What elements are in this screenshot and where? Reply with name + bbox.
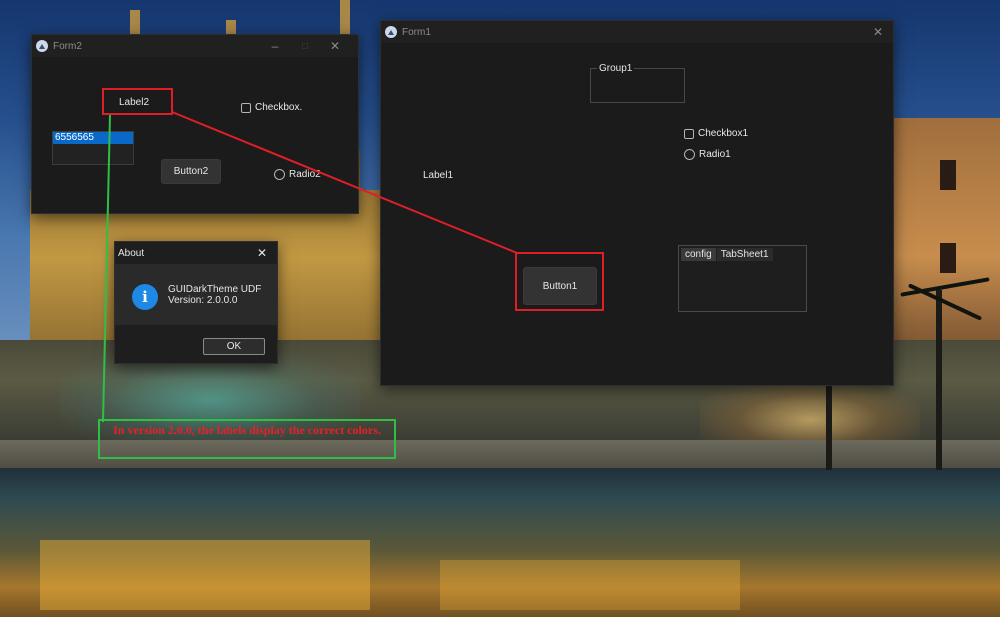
tab-tabsheet1[interactable]: TabSheet1 [716,248,773,261]
tab-config[interactable]: config [681,248,716,261]
radio-circle[interactable] [274,169,285,180]
autoit-icon [385,26,397,38]
minimize-icon[interactable]: – [260,35,290,57]
label1: Label1 [423,170,454,181]
form1-tab-control: config TabSheet1 [678,245,807,312]
building-window [940,160,956,190]
close-icon[interactable]: ✕ [247,242,277,264]
palm-tree [936,290,942,470]
form2-radio[interactable]: Radio2 [274,169,321,180]
tab-strip: config TabSheet1 [681,248,806,261]
water-reflection [40,540,370,610]
about-version: Version: 2.0.0.0 [168,295,238,306]
water-reflection [440,560,740,610]
highlight-button1 [515,252,604,311]
form2-window[interactable]: Form2 – □ ✕ Label2 Checkbox. 6556565 But… [31,34,359,214]
about-footer: OK [115,325,277,363]
radio-circle[interactable] [684,149,695,160]
building-window [940,243,956,273]
ok-button[interactable]: OK [203,338,265,355]
annotation-text: In version 2.0.0, the labels display the… [113,423,381,437]
form1-window[interactable]: Form1 ✕ Group1 Checkbox1 Radio1 Label1 B… [380,20,894,386]
form1-checkbox-label: Checkbox1 [698,128,749,139]
close-icon[interactable]: ✕ [863,21,893,43]
annotation-box: In version 2.0.0, the labels display the… [98,419,396,459]
about-titlebar[interactable]: About ✕ [115,242,277,264]
form2-titlebar[interactable]: Form2 – □ ✕ [32,35,358,57]
form1-titlebar[interactable]: Form1 ✕ [381,21,893,43]
button2[interactable]: Button2 [161,159,221,184]
group1: Group1 [590,63,685,103]
autoit-icon [36,40,48,52]
form1-checkbox[interactable]: Checkbox1 [684,128,748,139]
form2-listbox[interactable]: 6556565 [52,131,134,165]
form2-title: Form2 [53,40,82,52]
form2-radio-label: Radio2 [289,169,321,180]
form2-checkbox[interactable]: Checkbox. [241,102,302,113]
form1-radio[interactable]: Radio1 [684,149,731,160]
checkbox-box[interactable] [684,128,694,139]
about-dialog[interactable]: About ✕ i GUIDarkTheme UDF Version: 2.0.… [114,241,278,364]
info-icon: i [132,284,158,310]
about-title: About [118,247,145,259]
highlight-label2 [102,88,173,115]
form1-radio-label: Radio1 [699,149,731,160]
building-right [888,118,1000,348]
checkbox-box[interactable] [241,102,251,113]
about-app-name: GUIDarkTheme UDF [168,284,262,295]
about-body: i GUIDarkTheme UDF Version: 2.0.0.0 [115,264,277,325]
form1-title: Form1 [402,26,431,38]
form2-checkbox-label: Checkbox. [255,102,303,113]
maximize-icon[interactable]: □ [290,35,320,57]
list-item[interactable]: 6556565 [53,132,133,144]
group1-title: Group1 [597,63,635,74]
close-icon[interactable]: ✕ [320,35,350,57]
